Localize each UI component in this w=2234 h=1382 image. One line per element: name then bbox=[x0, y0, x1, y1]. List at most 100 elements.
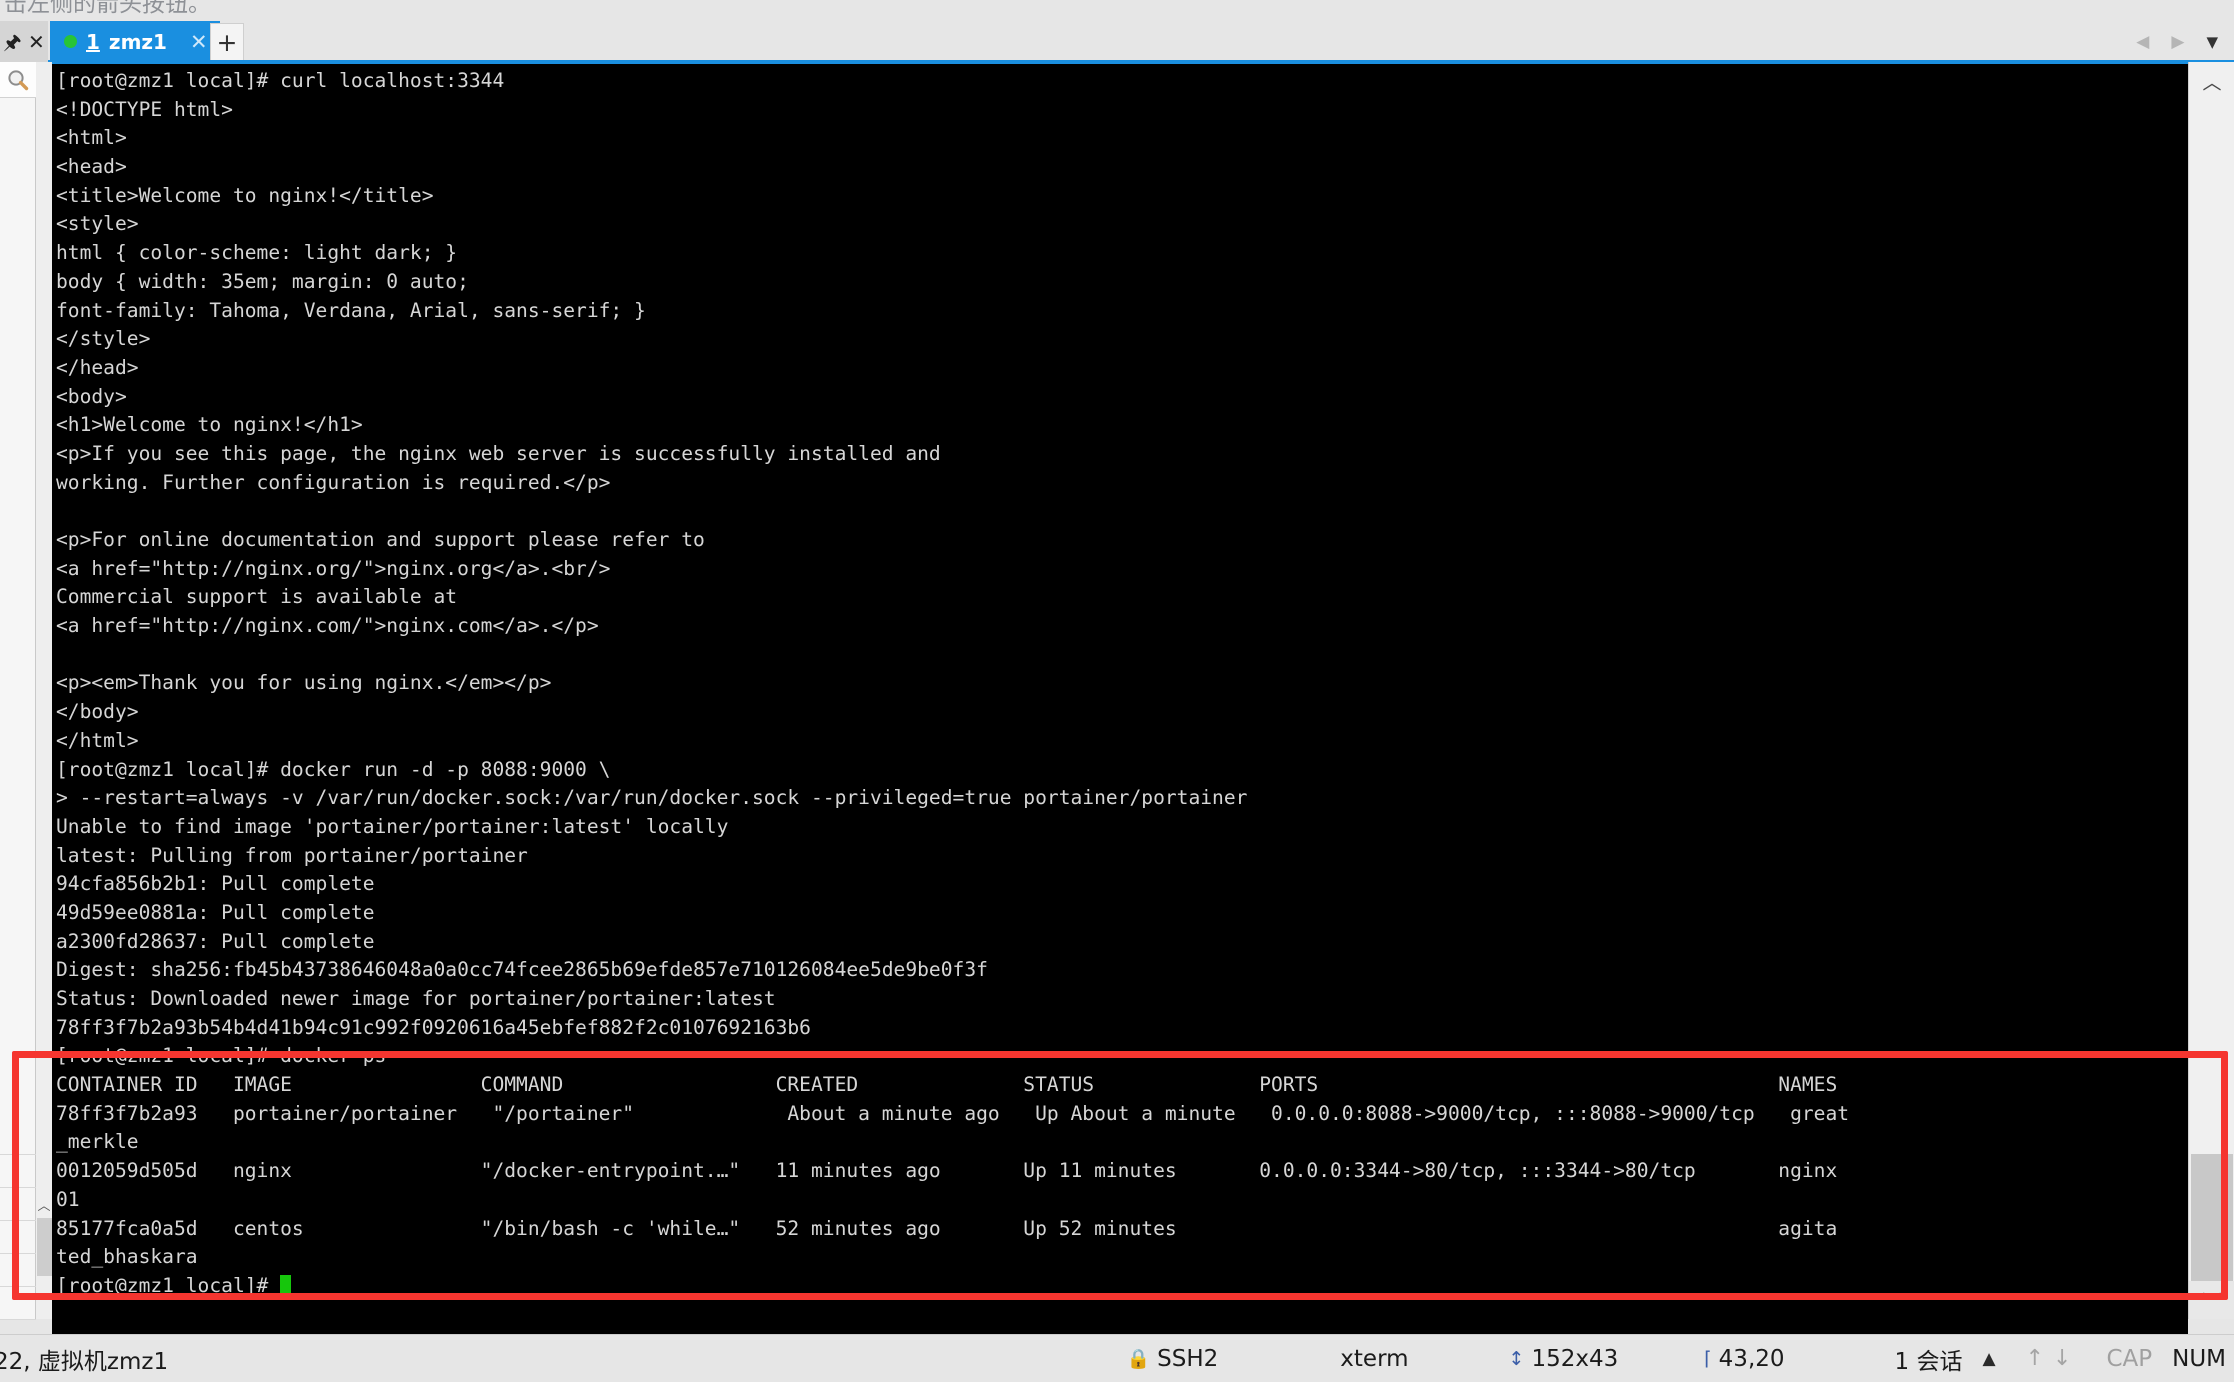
terminal-line: <h1>Welcome to nginx!</h1> bbox=[56, 413, 363, 437]
status-protocol-label: SSH2 bbox=[1157, 1345, 1219, 1372]
chevron-down-icon[interactable]: ▼ bbox=[2206, 33, 2218, 51]
close-icon[interactable]: ✕ bbox=[28, 32, 45, 52]
dock-scrollbar[interactable]: ︿ ﹀ bbox=[36, 62, 52, 1381]
dock-row bbox=[0, 1122, 36, 1155]
terminal-line: 0012059d505d nginx "/docker-entrypoint.…… bbox=[56, 1159, 1838, 1183]
terminal-line: [root@zmz1 local]# docker ps bbox=[56, 1044, 387, 1068]
status-size: ↕ 152x43 bbox=[1509, 1346, 1619, 1372]
tab-title-label: zmz1 bbox=[108, 29, 167, 54]
terminal-line: <a href="http://nginx.org/">nginx.org</a… bbox=[56, 556, 611, 580]
terminal-line: body { width: 35em; margin: 0 auto; bbox=[56, 269, 469, 293]
status-size-label: 152x43 bbox=[1531, 1345, 1619, 1372]
terminal-line: <style> bbox=[56, 212, 139, 236]
terminal-line: <p><em>Thank you for using nginx.</em></… bbox=[56, 671, 552, 695]
status-caret-icon[interactable]: ▲ bbox=[1982, 1349, 1995, 1369]
terminal-line: CONTAINER ID IMAGE COMMAND CREATED STATU… bbox=[56, 1073, 1838, 1097]
transfer-arrows-icon: ↑↓ bbox=[2025, 1346, 2081, 1371]
terminal-line: <title>Welcome to nginx!</title> bbox=[56, 183, 434, 207]
status-cursor-label: 43,20 bbox=[1718, 1345, 1785, 1372]
terminal-line: 94cfa856b2b1: Pull complete bbox=[56, 872, 375, 896]
status-sessions: 1 会话 bbox=[1895, 1342, 1963, 1376]
top-hint-strip: 击左侧的箭头按钮。 bbox=[0, 0, 2234, 21]
terminal-line: font-family: Tahoma, Verdana, Arial, san… bbox=[56, 298, 646, 322]
terminal-line: latest: Pulling from portainer/portainer bbox=[56, 843, 528, 867]
terminal-line: 49d59ee0881a: Pull complete bbox=[56, 900, 375, 924]
resize-icon: ↕ bbox=[1508, 1347, 1525, 1370]
terminal-line: working. Further configuration is requir… bbox=[56, 470, 611, 494]
new-tab-label: + bbox=[216, 28, 238, 57]
terminal-line: 78ff3f7b2a93 portainer/portainer "/porta… bbox=[56, 1101, 1850, 1125]
session-tab-zmz1[interactable]: 1 zmz1 ✕ bbox=[50, 21, 220, 62]
search-icon[interactable] bbox=[0, 62, 36, 98]
scroll-up-icon[interactable]: ︿ bbox=[2189, 62, 2234, 100]
terminal-line: html { color-scheme: light dark; } bbox=[56, 241, 458, 265]
dock-row bbox=[0, 1221, 36, 1254]
terminal-bottom-edge bbox=[52, 1319, 2188, 1334]
terminal-line: [root@zmz1 local]# curl localhost:3344 bbox=[56, 69, 505, 92]
scroll-down-icon[interactable]: ﹀ bbox=[2189, 1281, 2234, 1319]
terminal-cursor bbox=[280, 1274, 292, 1295]
panel-tools: 🖈 ✕ bbox=[0, 21, 48, 62]
dock-scrollbar-thumb[interactable] bbox=[37, 1218, 52, 1276]
dock-row bbox=[0, 1188, 36, 1221]
status-connection-info: 22, 虚拟机zmz1 bbox=[0, 1348, 169, 1375]
dock-scroll-up-icon[interactable]: ︿ bbox=[36, 1194, 52, 1214]
tab-bar: 🖈 ✕ 1 zmz1 ✕ + ◀ ▶ ▼ bbox=[0, 21, 2234, 62]
terminal-line: <html> bbox=[56, 126, 127, 150]
connection-status-dot bbox=[64, 35, 77, 48]
left-dock bbox=[0, 62, 36, 1320]
tabbar-nav: ◀ ▶ ▼ bbox=[2136, 21, 2228, 62]
terminal-scrollbar[interactable]: ︿ ﹀ bbox=[2188, 62, 2234, 1319]
cursor-icon: ⌈ bbox=[1704, 1347, 1712, 1370]
status-cursor-position: ⌈ 43,20 bbox=[1704, 1346, 1784, 1372]
prev-tab-icon[interactable]: ◀ bbox=[2136, 32, 2149, 52]
lock-icon: 🔒 bbox=[1126, 1348, 1151, 1370]
terminal-line: Status: Downloaded newer image for porta… bbox=[56, 987, 776, 1010]
terminal-line: _merkle bbox=[56, 1130, 139, 1154]
terminal-line: Unable to find image 'portainer/portaine… bbox=[56, 814, 729, 838]
terminal-line: <head> bbox=[56, 155, 127, 179]
terminal-line: Commercial support is available at bbox=[56, 585, 458, 609]
new-tab-button[interactable]: + bbox=[210, 23, 244, 61]
terminal-line: ted_bhaskara bbox=[56, 1245, 198, 1269]
terminal-line: <body> bbox=[56, 384, 127, 408]
status-sessions-label: 1 会话 bbox=[1894, 1348, 1963, 1375]
securecrt-window: 击左侧的箭头按钮。 🖈 ✕ 1 zmz1 ✕ + ◀ ▶ ▼ ︿ [root@z… bbox=[0, 0, 2234, 1382]
terminal-line: <a href="http://nginx.com/">nginx.com</a… bbox=[56, 614, 599, 638]
dock-row bbox=[0, 1254, 36, 1287]
terminal-line: [root@zmz1 local]# docker run -d -p 8088… bbox=[56, 757, 611, 781]
status-caps-indicator: CAP bbox=[2106, 1345, 2153, 1372]
status-protocol: 🔒 SSH2 bbox=[1126, 1346, 1218, 1372]
tab-close-icon[interactable]: ✕ bbox=[190, 30, 208, 54]
terminal-line: </style> bbox=[56, 327, 151, 351]
terminal-line: <p>For online documentation and support … bbox=[56, 528, 705, 551]
dock-row-list bbox=[0, 1122, 36, 1320]
dock-row bbox=[0, 1155, 36, 1188]
status-num-indicator: NUM bbox=[2172, 1345, 2226, 1372]
terminal-line: > --restart=always -v /var/run/docker.so… bbox=[56, 786, 1248, 810]
scrollbar-thumb[interactable] bbox=[2191, 1154, 2233, 1282]
terminal-line: </body> bbox=[56, 700, 139, 724]
status-right-group: 🔒 SSH2 xterm ↕ 152x43 ⌈ 43,20 1 会话 ▲ ↑↓ … bbox=[1126, 1342, 2226, 1376]
terminal-line: 85177fca0a5d centos "/bin/bash -c 'while… bbox=[56, 1216, 1838, 1240]
terminal-line: </head> bbox=[56, 355, 139, 379]
tab-index-label: 1 bbox=[86, 29, 100, 54]
terminal-line: [root@zmz1 local]# bbox=[56, 1272, 2188, 1301]
terminal-line: Digest: sha256:fb45b43738646048a0a0cc74f… bbox=[56, 958, 988, 982]
next-tab-icon[interactable]: ▶ bbox=[2171, 32, 2184, 52]
terminal-line: 01 bbox=[56, 1187, 80, 1211]
status-terminal-type-label: xterm bbox=[1340, 1345, 1409, 1372]
status-terminal-type: xterm bbox=[1340, 1346, 1408, 1372]
terminal-output[interactable]: [root@zmz1 local]# curl localhost:3344 <!… bbox=[52, 64, 2188, 1319]
dock-row bbox=[0, 1287, 36, 1320]
terminal-line: <p>If you see this page, the nginx web s… bbox=[56, 441, 941, 465]
status-bar: 22, 虚拟机zmz1 🔒 SSH2 xterm ↕ 152x43 ⌈ 43,2… bbox=[0, 1334, 2234, 1382]
top-hint-text: 击左侧的箭头按钮。 bbox=[4, 0, 211, 17]
pin-icon[interactable]: 🖈 bbox=[3, 32, 22, 52]
terminal-line: </html> bbox=[56, 728, 139, 752]
terminal-line: 78ff3f7b2a93b54b4d41b94c91c992f0920616a4… bbox=[56, 1015, 811, 1039]
terminal-line: a2300fd28637: Pull complete bbox=[56, 929, 375, 953]
terminal-line: <!DOCTYPE html> bbox=[56, 97, 233, 121]
